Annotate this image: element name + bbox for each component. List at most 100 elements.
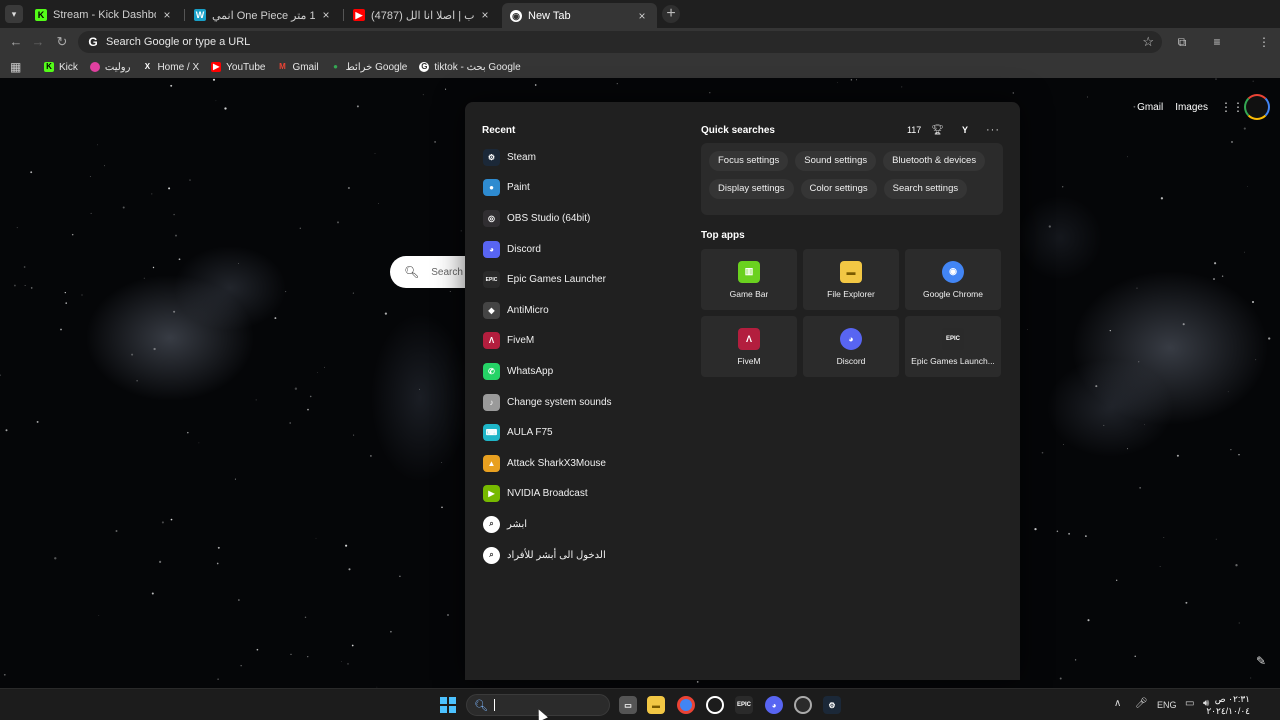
chrome-icon[interactable] (677, 696, 695, 714)
star-dot (294, 387, 298, 390)
bookmark-roulette[interactable]: روليت (89, 62, 130, 73)
user-avatar[interactable]: Y (958, 123, 972, 137)
recent-item-label: Change system sounds (507, 396, 612, 408)
epic-games-icon[interactable]: EPIC (735, 696, 753, 714)
quick-search-chip[interactable]: Sound settings (795, 151, 877, 171)
recent-item[interactable]: Λ FiveM (483, 326, 683, 357)
clock-date: ٢٠٢٤/١٠/٠٤ (1206, 706, 1250, 716)
top-app-tile[interactable]: ▬ File Explorer (803, 249, 899, 310)
start-button[interactable] (440, 697, 456, 713)
bookmark-label: YouTube (226, 61, 266, 73)
discord-icon: ◕ (840, 327, 862, 350)
star-dot (1074, 659, 1077, 661)
images-link[interactable]: Images (1175, 102, 1208, 113)
avatar[interactable] (1244, 94, 1270, 120)
top-app-tile[interactable]: ◉ Google Chrome (905, 249, 1001, 310)
recent-item[interactable]: ✆ WhatsApp (483, 356, 683, 387)
bookmark-kick[interactable]: K Kick (44, 62, 78, 73)
tray-overflow-icon[interactable]: ∧ (1114, 698, 1121, 709)
star-dot (170, 84, 173, 87)
top-app-label: Discord (836, 355, 866, 366)
discord-icon[interactable]: ◕ (765, 696, 783, 714)
obs-icon[interactable] (706, 696, 724, 714)
recent-item[interactable]: ⌨ AULA F75 (483, 417, 683, 448)
bookmark-maps[interactable]: ● خرائط Google (331, 62, 407, 73)
star-dot (324, 366, 325, 368)
tab-one-piece[interactable]: W انمي One Piece الحلقة 1146 متر × (186, 4, 341, 26)
star-dot (1159, 566, 1161, 567)
recent-item[interactable]: ♪ Change system sounds (483, 387, 683, 418)
star-dot (347, 186, 350, 190)
address-bar[interactable]: G Search Google or type a URL ☆ (78, 31, 1162, 53)
reload-icon[interactable]: ↻ (54, 34, 70, 50)
top-apps-heading: Top apps (701, 230, 745, 241)
bookmark-youtube[interactable]: ▶ YouTube (211, 62, 265, 73)
bookmark-x[interactable]: X Home / X (142, 62, 199, 73)
gmail-link[interactable]: Gmail (1137, 102, 1163, 113)
close-tab-icon[interactable]: × (160, 8, 174, 22)
close-tab-icon[interactable]: × (319, 8, 333, 22)
bookmark-gmail[interactable]: M Gmail (277, 62, 318, 73)
customize-pencil-icon[interactable]: ✎ (1256, 654, 1266, 668)
bookmark-tiktok-search[interactable]: Gtiktok - بحث Google (419, 62, 521, 73)
star-dot (216, 562, 219, 565)
rewards-points[interactable]: 117 (907, 125, 921, 135)
steam-icon[interactable]: ⚙ (823, 696, 841, 714)
tab-youtube[interactable]: ▶ (4787) خليجي طرب | اصلا انا الل × (345, 4, 500, 26)
tab-kick-dashboard[interactable]: K Stream - Kick Dashboard × (27, 4, 182, 26)
forward-icon[interactable]: → (30, 34, 46, 50)
kick-icon: K (35, 9, 47, 21)
menu-icon[interactable]: ⋮ (1256, 34, 1272, 50)
microphone-icon[interactable]: 🎤︎ (1135, 698, 1148, 709)
quick-search-chip[interactable]: Search settings (883, 179, 968, 199)
reading-list-icon[interactable]: ≡ (1209, 34, 1225, 50)
star-dot (151, 592, 154, 595)
top-app-tile[interactable]: ◕ Discord (803, 316, 899, 377)
recent-item[interactable]: EPIC Epic Games Launcher (483, 264, 683, 295)
recent-item[interactable]: ◆ AntiMicro (483, 295, 683, 326)
quick-searches-box: Focus settings Sound settings Bluetooth & … (701, 143, 1003, 215)
bookmark-star-icon[interactable]: ☆ (1142, 34, 1154, 50)
recent-item[interactable]: ⚙ Steam (483, 142, 683, 173)
file-explorer-icon[interactable]: ▬ (647, 696, 665, 714)
recent-item[interactable]: ▲ Attack SharkX3Mouse (483, 448, 683, 479)
quick-search-chip[interactable]: Color settings (800, 179, 877, 199)
back-icon[interactable]: ← (8, 34, 24, 50)
recent-item[interactable]: ⌕ الدخول الى أبشر للأفراد (483, 540, 683, 571)
task-view-icon[interactable]: ▭ (619, 696, 637, 714)
star-dot (274, 317, 277, 320)
google-apps-icon[interactable]: ⋮⋮ (1220, 100, 1244, 114)
star-dot (1062, 186, 1064, 188)
star-dot (1160, 197, 1164, 200)
recent-item[interactable]: ⌕ ابشر (483, 509, 683, 540)
star-dot (1244, 251, 1245, 253)
tab-new-tab[interactable]: ◉ New Tab × (502, 3, 657, 28)
tab-divider (184, 9, 185, 21)
quick-search-chip[interactable]: Bluetooth & devices (883, 151, 986, 171)
system-clock[interactable]: ٠٢:٣١ ص ٢٠٢٤/١٠/٠٤ (1206, 693, 1250, 717)
recent-item[interactable]: ◎ OBS Studio (64bit) (483, 203, 683, 234)
top-app-tile[interactable]: ▥ Game Bar (701, 249, 797, 310)
recent-item[interactable]: ● Paint (483, 173, 683, 204)
star-dot (419, 388, 420, 390)
top-app-tile[interactable]: EPIC Epic Games Launch... (905, 316, 1001, 377)
sync-app-icon[interactable] (794, 696, 812, 714)
recent-item-label: AntiMicro (507, 304, 549, 316)
network-icon[interactable]: ▭ (1185, 698, 1194, 709)
recent-item[interactable]: ▶ NVIDIA Broadcast (483, 479, 683, 510)
new-tab-button[interactable]: + (662, 5, 680, 23)
more-options-icon[interactable]: ··· (986, 124, 1000, 136)
top-app-tile[interactable]: Λ FiveM (701, 316, 797, 377)
extensions-icon[interactable]: ⧉ (1174, 34, 1190, 50)
apps-grid-icon[interactable]: ▦ (10, 60, 26, 74)
close-tab-icon[interactable]: × (635, 9, 649, 23)
trophy-icon[interactable]: 🏆︎ (931, 125, 944, 136)
quick-search-chip[interactable]: Display settings (709, 179, 794, 199)
close-tab-icon[interactable]: × (478, 8, 492, 22)
recent-item[interactable]: ◕ Discord (483, 234, 683, 265)
tab-search-button[interactable]: ▾ (5, 5, 23, 23)
star-dot (255, 399, 257, 401)
star-dot (1215, 538, 1217, 540)
language-indicator[interactable]: ENG (1157, 700, 1177, 710)
quick-search-chip[interactable]: Focus settings (709, 151, 789, 171)
